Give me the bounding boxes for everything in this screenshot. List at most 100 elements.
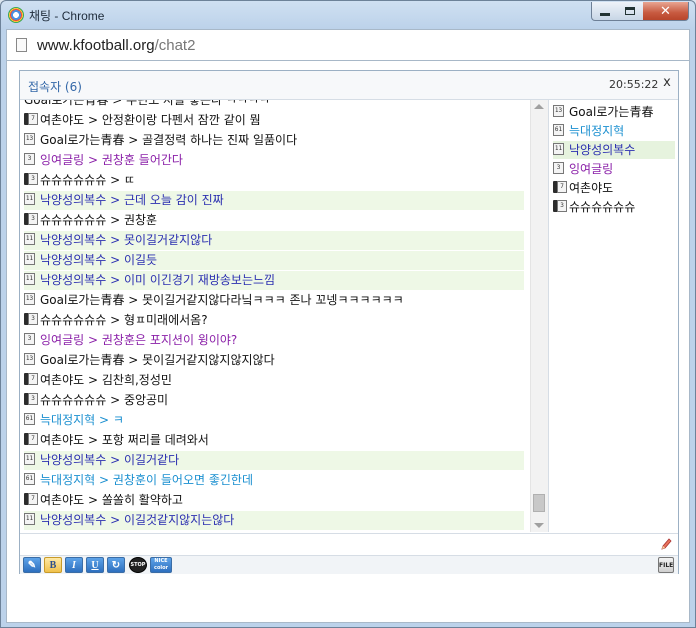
close-chat-icon[interactable]: x	[660, 75, 674, 91]
nice-color-button[interactable]: NICE color	[150, 557, 172, 573]
message-text: 못이길거같지않지않지않다	[142, 353, 275, 367]
chat-message: 11 낙양성의복수 > 이미 이긴경기 재방송보는느낌	[24, 271, 524, 290]
message-author[interactable]: 낙양성의복수	[40, 253, 106, 267]
chat-message: 11 낙양성의복수 > 이길거같다	[24, 451, 524, 470]
level-badge-icon: 11	[553, 143, 567, 156]
message-author[interactable]: 여촌야도	[40, 113, 84, 127]
message-text: 권창훈	[123, 213, 158, 227]
scroll-up-icon[interactable]	[534, 104, 544, 109]
pencil-icon[interactable]	[660, 537, 672, 551]
user-list-item[interactable]: 11 낙양성의복수	[553, 141, 675, 159]
scroll-thumb[interactable]	[533, 494, 545, 512]
message-author[interactable]: 여촌야도	[40, 373, 84, 387]
level-number: 3	[28, 313, 38, 325]
chat-panel: 접속자 (6) 20:55:22 x Goal로가는青春 > 우린도 자을 좋든…	[19, 70, 679, 574]
message-author[interactable]: 늑대정지혁	[40, 413, 95, 427]
message-author[interactable]: 낙양성의복수	[40, 453, 106, 467]
user-list-item[interactable]: 7 여촌야도	[553, 179, 675, 197]
emoticon-button[interactable]: ✎	[23, 557, 41, 573]
message-author[interactable]: Goal로가는青春	[40, 133, 124, 147]
message-text: 이미 이긴경기 재방송보는느낌	[123, 273, 276, 287]
level-number: 3	[557, 200, 567, 212]
chat-message: 11 낙양성의복수 > 이길것같지않지는않다	[24, 511, 524, 530]
level-badge-icon: 13	[24, 293, 38, 306]
level-number: 13	[553, 105, 564, 117]
mobile-level-badge-icon: 7	[24, 493, 38, 506]
italic-button[interactable]: I	[65, 557, 83, 573]
message-author[interactable]: 낙양성의복수	[40, 273, 106, 287]
chat-message: 3 잉여글링 > 권창훈 들어간다	[24, 151, 524, 170]
message-text: 이길것같지않지는않다	[123, 513, 235, 527]
url-text[interactable]: www.kfootball.org/chat2	[37, 37, 195, 54]
scrollbar[interactable]	[530, 100, 548, 532]
minimize-button[interactable]	[591, 2, 619, 21]
level-badge-icon: 11	[24, 233, 38, 246]
message-author[interactable]: 잉여글링	[40, 333, 84, 347]
message-author[interactable]: Goal로가는青春	[40, 293, 124, 307]
level-badge-icon: 61	[553, 124, 567, 137]
message-separator: >	[106, 393, 124, 407]
level-number: 11	[24, 513, 35, 525]
user-name: 낙양성의복수	[569, 143, 636, 157]
refresh-icon: ↻	[111, 560, 121, 571]
level-badge-icon: 11	[24, 453, 38, 466]
mobile-level-badge-icon: 7	[553, 181, 567, 194]
message-author[interactable]: 슈슈슈슈슈슈	[40, 313, 106, 327]
maximize-icon	[625, 7, 635, 15]
level-number: 7	[557, 181, 567, 193]
message-author[interactable]: 잉여글링	[40, 153, 84, 167]
message-author[interactable]: 낙양성의복수	[40, 193, 106, 207]
message-separator: >	[84, 113, 102, 127]
message-author[interactable]: 슈슈슈슈슈슈	[40, 173, 106, 187]
message-input[interactable]	[20, 533, 678, 556]
message-author[interactable]: 여촌야도	[40, 433, 84, 447]
user-list-item[interactable]: 13 Goal로가는青春	[553, 103, 675, 121]
stop-button[interactable]: STOP	[129, 557, 147, 573]
message-separator: >	[106, 513, 124, 527]
user-list-item[interactable]: 3 슈슈슈슈슈슈	[553, 198, 675, 216]
level-number: 11	[553, 143, 564, 155]
message-author[interactable]: 낙양성의복수	[40, 513, 106, 527]
underline-button[interactable]: U	[86, 557, 104, 573]
message-author[interactable]: 낙양성의복수	[40, 233, 106, 247]
message-author[interactable]: Goal로가는青春	[24, 100, 108, 107]
message-author[interactable]: Goal로가는青春	[40, 353, 124, 367]
message-text: 포항 쩌리를 데려와서	[101, 433, 209, 447]
level-badge-icon: 3	[24, 333, 38, 346]
maximize-button[interactable]	[617, 2, 644, 21]
message-separator: >	[84, 433, 102, 447]
level-number: 61	[24, 413, 35, 425]
message-author[interactable]: 늑대정지혁	[40, 473, 95, 487]
message-text: 권창훈 들어간다	[101, 153, 183, 167]
message-author[interactable]: 슈슈슈슈슈슈	[40, 393, 106, 407]
close-window-button[interactable]: ✕	[643, 2, 689, 21]
message-text: 골결정력 하나는 진짜 일품이다	[142, 133, 298, 147]
emoticon-icon: ✎	[27, 560, 37, 571]
bold-button[interactable]: B	[44, 557, 62, 573]
message-author[interactable]: 여촌야도	[40, 493, 84, 507]
message-text: 못이길거같지않다	[123, 233, 213, 247]
message-list[interactable]: Goal로가는青春 > 우린도 자을 좋든다 ㅋㅋㅋㅋ 7 여촌야도 > 안정환이랑…	[20, 100, 528, 532]
file-button[interactable]: FILE	[658, 557, 674, 573]
participants-count: 접속자 (6)	[28, 80, 82, 94]
mobile-level-badge-icon: 3	[24, 213, 38, 226]
level-number: 3	[28, 213, 38, 225]
page-content: 접속자 (6) 20:55:22 x Goal로가는青春 > 우린도 자을 좋든…	[6, 61, 690, 623]
chat-message: 13 Goal로가는青春 > 못이길거같지않지않지않다	[24, 351, 524, 370]
message-text: ㅋ	[112, 413, 124, 427]
message-separator: >	[84, 153, 102, 167]
chat-message: 11 낙양성의복수 > 못이길거같지않다	[24, 231, 524, 250]
message-text: ㄸ	[123, 173, 135, 187]
user-list-item[interactable]: 3 잉여글링	[553, 160, 675, 178]
user-list-item[interactable]: 61 늑대정지혁	[553, 122, 675, 140]
refresh-button[interactable]: ↻	[107, 557, 125, 573]
level-badge-icon: 11	[24, 273, 38, 286]
level-number: 3	[24, 153, 35, 165]
chat-message: 3 슈슈슈슈슈슈 > 중앙공미	[24, 391, 524, 410]
address-bar[interactable]: www.kfootball.org/chat2	[6, 29, 690, 61]
message-author[interactable]: 슈슈슈슈슈슈	[40, 213, 106, 227]
chat-message: 7 여촌야도 > 김찬희,정성민	[24, 371, 524, 390]
scroll-down-icon[interactable]	[534, 523, 544, 528]
level-badge-icon: 61	[24, 473, 38, 486]
message-separator: >	[106, 453, 124, 467]
